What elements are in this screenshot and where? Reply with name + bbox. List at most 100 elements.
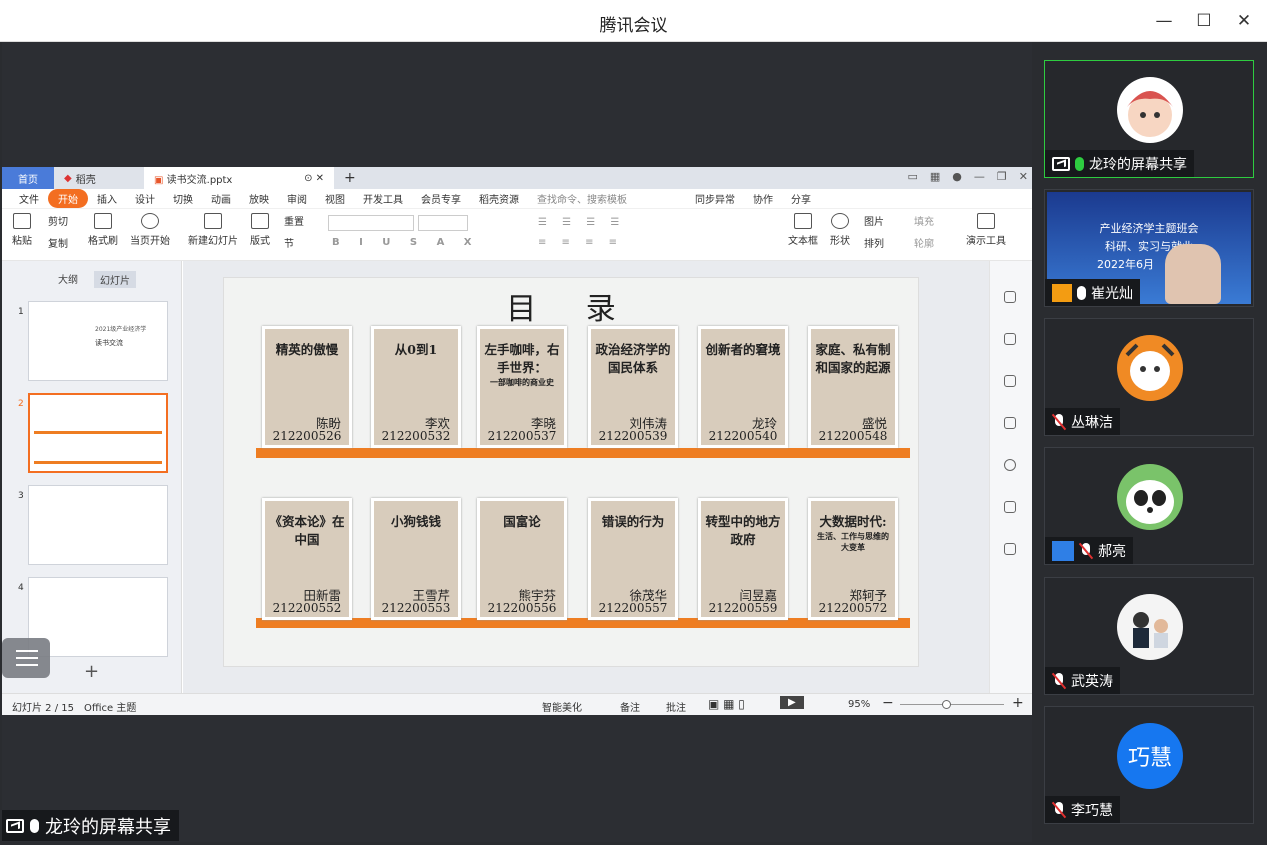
zoom-in-icon[interactable]: +: [1012, 695, 1024, 711]
sync-status[interactable]: 同步异常: [686, 191, 744, 206]
view-normal-icon[interactable]: ▣ ▦ ▯: [708, 697, 745, 711]
play-icon[interactable]: ▶: [780, 696, 804, 709]
comment-button[interactable]: 批注: [666, 699, 686, 714]
zoom-slider[interactable]: [900, 704, 1004, 705]
participant-tile[interactable]: 武英涛: [1044, 577, 1254, 695]
slide-thumb-1[interactable]: 2021级产业经济学 读书交流: [28, 301, 168, 381]
tab-close-icon[interactable]: ⊙ ✕: [304, 173, 324, 184]
search-command[interactable]: 查找命令、搜索模板: [528, 191, 636, 206]
align-group[interactable]: ≡ ≡ ≡ ≡: [538, 237, 623, 248]
menu-slideshow[interactable]: 放映: [240, 191, 278, 206]
location-icon[interactable]: [1004, 543, 1016, 555]
participant-tile[interactable]: 丛琳洁: [1044, 318, 1254, 436]
ppt-icon: ▣: [154, 174, 164, 186]
student-id: 212200526: [272, 429, 342, 443]
participant-label: 李巧慧: [1045, 796, 1120, 823]
book-title: 从0到1: [377, 341, 455, 359]
new-slide-button[interactable]: 新建幻灯片: [188, 213, 238, 247]
restore-icon[interactable]: ❐: [997, 170, 1007, 183]
shape-button[interactable]: 形状: [830, 213, 850, 247]
menu-insert[interactable]: 插入: [88, 191, 126, 206]
participant-name: 龙玲的屏幕共享: [1089, 156, 1187, 173]
fill-button[interactable]: 填充: [914, 213, 934, 228]
student-id: 212200537: [487, 429, 557, 443]
zoom-out-icon[interactable]: −: [882, 695, 894, 711]
layout-icon[interactable]: ▭: [907, 170, 917, 183]
banner-text: 2022年6月: [1097, 258, 1154, 271]
minimize-icon[interactable]: —: [974, 170, 985, 183]
slide-thumb-2[interactable]: [28, 393, 168, 473]
image-icon[interactable]: [1004, 501, 1016, 513]
help-icon[interactable]: [1004, 459, 1016, 471]
menu-transition[interactable]: 切换: [164, 191, 202, 206]
zoom-level[interactable]: 95%: [848, 699, 870, 710]
tab-home[interactable]: 首页: [2, 167, 54, 189]
share-button[interactable]: 分享: [782, 191, 820, 206]
add-slide-icon[interactable]: +: [84, 661, 99, 682]
tab-daoke[interactable]: ◆ 稻壳: [54, 167, 144, 189]
layout-button[interactable]: 版式: [250, 213, 270, 247]
play-button[interactable]: 当页开始: [130, 213, 170, 247]
copy-button[interactable]: 复制: [48, 235, 68, 250]
reset-button[interactable]: 重置: [284, 213, 304, 228]
outline-button[interactable]: 轮廓: [914, 235, 934, 250]
rocket-icon[interactable]: [1004, 291, 1016, 303]
tab-file[interactable]: ▣ 读书交流.pptx ⊙ ✕: [144, 167, 334, 189]
close-icon[interactable]: ✕: [1230, 8, 1258, 34]
cut-button[interactable]: 剪切: [48, 213, 68, 228]
grid-icon[interactable]: ▦: [930, 170, 940, 183]
text-style-group[interactable]: B I U S A X: [332, 237, 480, 248]
maximize-icon[interactable]: ☐: [1190, 8, 1218, 34]
avatar[interactable]: ●: [952, 170, 962, 183]
menu-dev[interactable]: 开发工具: [354, 191, 412, 206]
student-id: 212200559: [708, 601, 778, 615]
menu-daoke[interactable]: 稻壳资源: [470, 191, 528, 206]
floating-menu-button[interactable]: [2, 638, 50, 678]
paragraph-group[interactable]: ☰ ☰ ☰ ☰: [538, 217, 625, 228]
participant-tile[interactable]: 龙玲的屏幕共享: [1044, 60, 1254, 178]
textbox-button[interactable]: 文本框: [788, 213, 818, 247]
settings-icon[interactable]: [1004, 333, 1016, 345]
menu-start[interactable]: 开始: [48, 189, 88, 208]
font-family-select[interactable]: [328, 215, 414, 231]
person-video: [1165, 244, 1221, 304]
student-id: 212200548: [818, 429, 888, 443]
book-title: 转型中的地方政府: [704, 513, 782, 549]
avatar: [1117, 77, 1183, 143]
notes-button[interactable]: 备注: [620, 699, 640, 714]
present-tools-button[interactable]: 演示工具: [966, 213, 1006, 247]
zoom-slider-handle[interactable]: [942, 700, 951, 709]
collab-button[interactable]: 协作: [744, 191, 782, 206]
tab-slides[interactable]: 幻灯片: [94, 271, 136, 288]
picture-button[interactable]: 图片: [864, 213, 884, 228]
close-icon[interactable]: ✕: [1019, 170, 1028, 183]
paste-label: 粘贴: [12, 236, 32, 247]
minimize-icon[interactable]: —: [1150, 8, 1178, 34]
participant-tile[interactable]: 巧慧 李巧慧: [1044, 706, 1254, 824]
copy-icon[interactable]: [1004, 417, 1016, 429]
menu-file[interactable]: 文件: [10, 191, 48, 206]
font-size-select[interactable]: [418, 215, 468, 231]
menu-review[interactable]: 审阅: [278, 191, 316, 206]
participant-tile[interactable]: 产业经济学主题班会 科研、实习与就业 2022年6月 崔光灿: [1044, 189, 1254, 307]
menu-design[interactable]: 设计: [126, 191, 164, 206]
arrange-button[interactable]: 排列: [864, 235, 884, 250]
participant-tile[interactable]: 郝亮: [1044, 447, 1254, 565]
menu-view[interactable]: 视图: [316, 191, 354, 206]
section-button[interactable]: 节: [284, 235, 294, 250]
layout-label: 版式: [250, 236, 270, 247]
ribbon-toolbar: 粘贴 剪切 复制 格式刷 当页开始 新建幻灯片 版式 重置 节 B I U S …: [2, 209, 1032, 261]
slide-thumb-3[interactable]: [28, 485, 168, 565]
new-tab-icon[interactable]: +: [334, 167, 366, 189]
layout-icon: [251, 213, 269, 229]
menu-vip[interactable]: 会员专享: [412, 191, 470, 206]
wps-window: 首页 ◆ 稻壳 ▣ 读书交流.pptx ⊙ ✕ + ▭ ▦ ● — ❐ ✕ 文件 开始 插入 …: [2, 167, 1032, 715]
pin-icon[interactable]: [1004, 375, 1016, 387]
format-painter-button[interactable]: 格式刷: [88, 213, 118, 247]
mic-icon: [1077, 285, 1086, 300]
beautify-button[interactable]: 智能美化: [542, 699, 582, 714]
paste-button[interactable]: 粘贴: [12, 213, 32, 247]
tab-outline[interactable]: 大纲: [58, 271, 78, 288]
menu-animation[interactable]: 动画: [202, 191, 240, 206]
slide[interactable]: 目 录 精英的傲慢 陈盼 212200526 从0到1 李欢 212200532 左手咖啡，…: [223, 277, 919, 667]
